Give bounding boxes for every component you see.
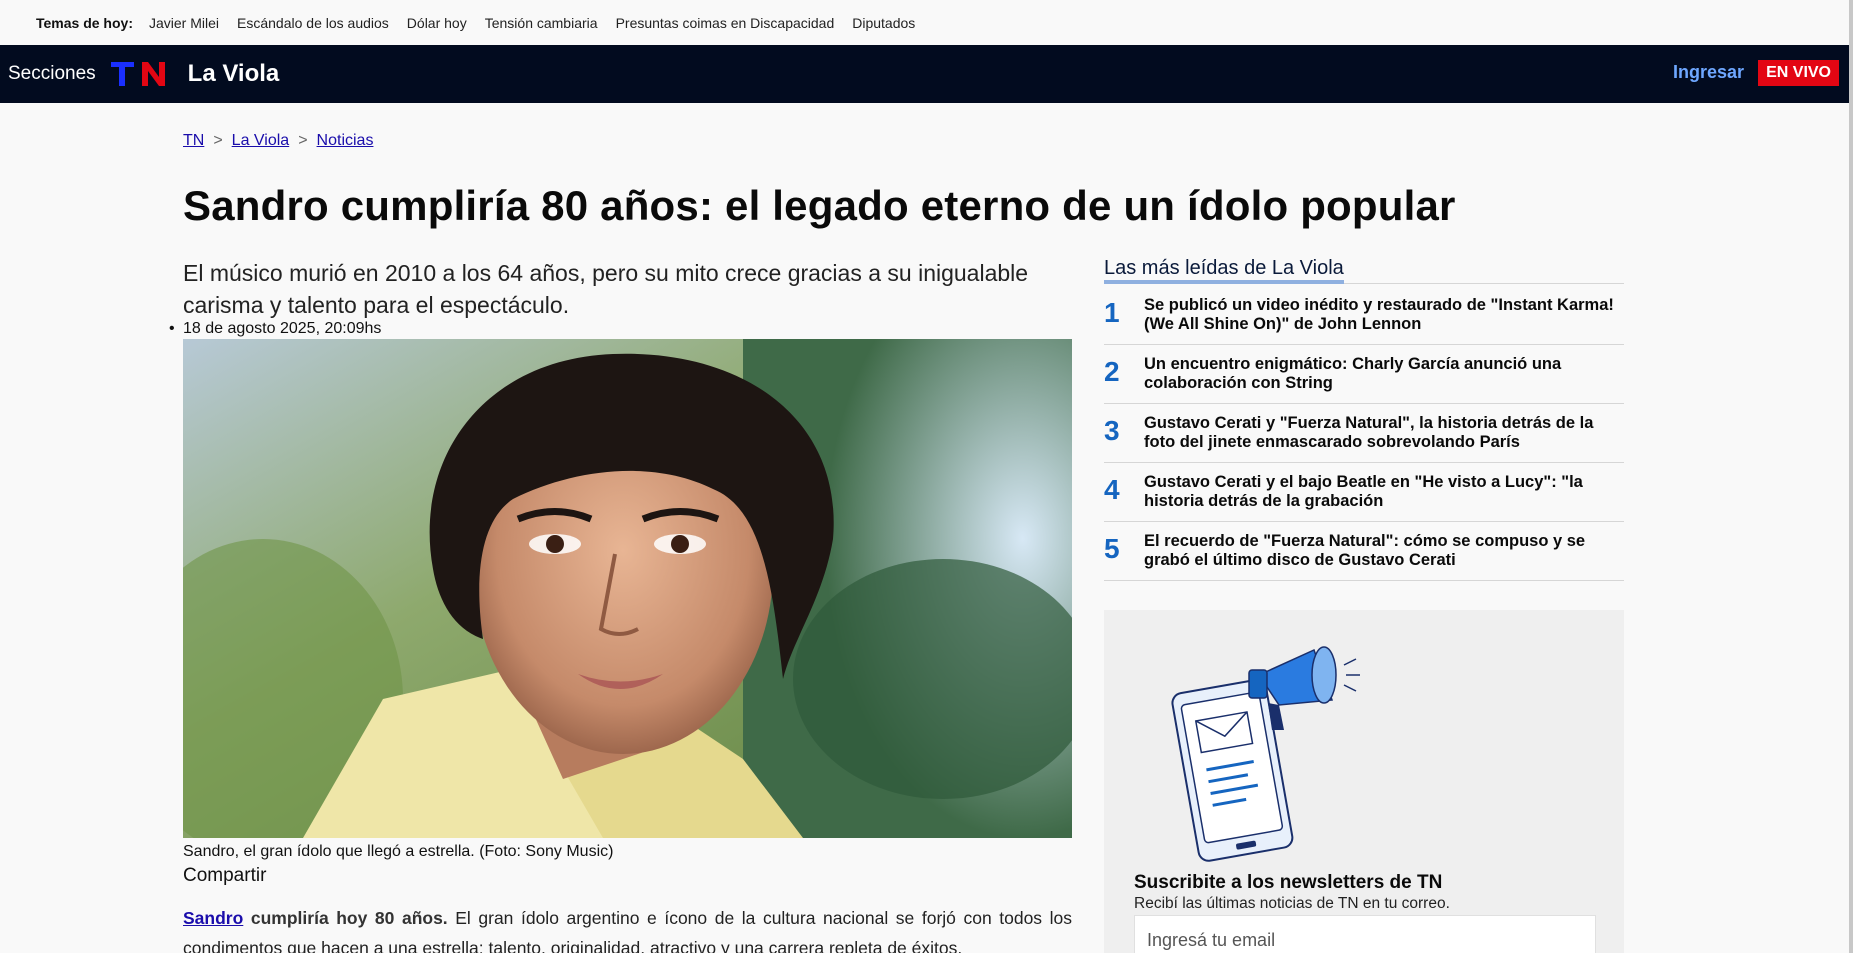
newsletter-email-input[interactable] [1134, 915, 1596, 953]
phone-megaphone-icon [1171, 646, 1360, 862]
sections-menu-button[interactable]: Secciones [8, 63, 96, 85]
topic-link[interactable]: Dólar hoy [407, 15, 467, 31]
most-read-list: 1 Se publicó un video inédito y restaura… [1104, 286, 1624, 581]
article-photo [183, 339, 1072, 838]
breadcrumb-item-tn[interactable]: TN [183, 132, 204, 150]
share-button[interactable]: Compartir [183, 865, 266, 887]
login-link[interactable]: Ingresar [1673, 62, 1744, 83]
page-scrollbar[interactable] [1849, 0, 1853, 953]
newsletter-subtitle: Recibí las últimas noticias de TN en tu … [1134, 895, 1450, 912]
most-read-number: 3 [1104, 415, 1120, 446]
breadcrumb-separator: > [213, 132, 223, 149]
breadcrumb-item-la-viola[interactable]: La Viola [232, 132, 290, 150]
tn-logo[interactable] [110, 60, 168, 88]
newsletter-box: Suscribite a los newsletters de TN Recib… [1104, 610, 1624, 953]
breadcrumb: TN > La Viola > Noticias [183, 132, 373, 150]
body-bold-text: cumpliría hoy 80 años. [250, 908, 448, 928]
tn-logo-icon [110, 62, 165, 86]
most-read-headline[interactable]: Un encuentro enigmático: Charly García a… [1144, 355, 1624, 393]
section-name[interactable]: La Viola [188, 60, 280, 88]
topics-label: Temas de hoy: [36, 14, 133, 31]
most-read-item[interactable]: 2 Un encuentro enigmático: Charly García… [1104, 345, 1624, 404]
most-read-item[interactable]: 5 El recuerdo de "Fuerza Natural": cómo … [1104, 522, 1624, 581]
topic-link[interactable]: Tensión cambiaria [485, 15, 598, 31]
topic-link[interactable]: Escándalo de los audios [237, 15, 389, 31]
most-read-title: Las más leídas de La Viola [1104, 257, 1344, 284]
most-read-headline[interactable]: Gustavo Cerati y "Fuerza Natural", la hi… [1144, 414, 1624, 452]
topic-link[interactable]: Diputados [852, 15, 915, 31]
most-read-item[interactable]: 3 Gustavo Cerati y "Fuerza Natural", la … [1104, 404, 1624, 463]
most-read-headline[interactable]: Gustavo Cerati y el bajo Beatle en "He v… [1144, 473, 1624, 511]
live-button[interactable]: EN VIVO [1758, 60, 1839, 86]
sandro-link[interactable]: Sandro [183, 908, 243, 928]
article-headline: Sandro cumpliría 80 años: el legado eter… [183, 182, 1456, 229]
photo-caption: Sandro, el gran ídolo que llegó a estrel… [183, 843, 614, 860]
portrait-image [183, 339, 1072, 838]
article-subtitle: El músico murió en 2010 a los 64 años, p… [183, 260, 1029, 318]
topic-link[interactable]: Presuntas coimas en Discapacidad [616, 15, 835, 31]
most-read-number: 1 [1104, 297, 1120, 328]
most-read-number: 4 [1104, 474, 1120, 505]
article-body-paragraph: Sandro cumpliría hoy 80 años. El gran íd… [183, 903, 1072, 953]
most-read-headline[interactable]: El recuerdo de "Fuerza Natural": cómo se… [1144, 532, 1624, 570]
site-header: Secciones La Viola Ingresar EN VIVO [0, 45, 1849, 103]
most-read-item[interactable]: 1 Se publicó un video inédito y restaura… [1104, 286, 1624, 345]
most-read-item[interactable]: 4 Gustavo Cerati y el bajo Beatle en "He… [1104, 463, 1624, 522]
most-read-header: Las más leídas de La Viola [1104, 257, 1624, 284]
most-read-headline[interactable]: Se publicó un video inédito y restaurado… [1144, 296, 1624, 334]
topic-link[interactable]: Javier Milei [149, 15, 219, 31]
topics-bar: Temas de hoy: Javier Milei Escándalo de … [0, 0, 1853, 45]
most-read-number: 2 [1104, 356, 1120, 387]
article-date: 18 de agosto 2025, 20:09hs [169, 320, 381, 338]
breadcrumb-separator: > [298, 132, 308, 149]
breadcrumb-item-noticias[interactable]: Noticias [317, 132, 374, 150]
most-read-number: 5 [1104, 533, 1120, 564]
newsletter-illustration [1164, 635, 1374, 870]
newsletter-title: Suscribite a los newsletters de TN [1134, 872, 1443, 893]
